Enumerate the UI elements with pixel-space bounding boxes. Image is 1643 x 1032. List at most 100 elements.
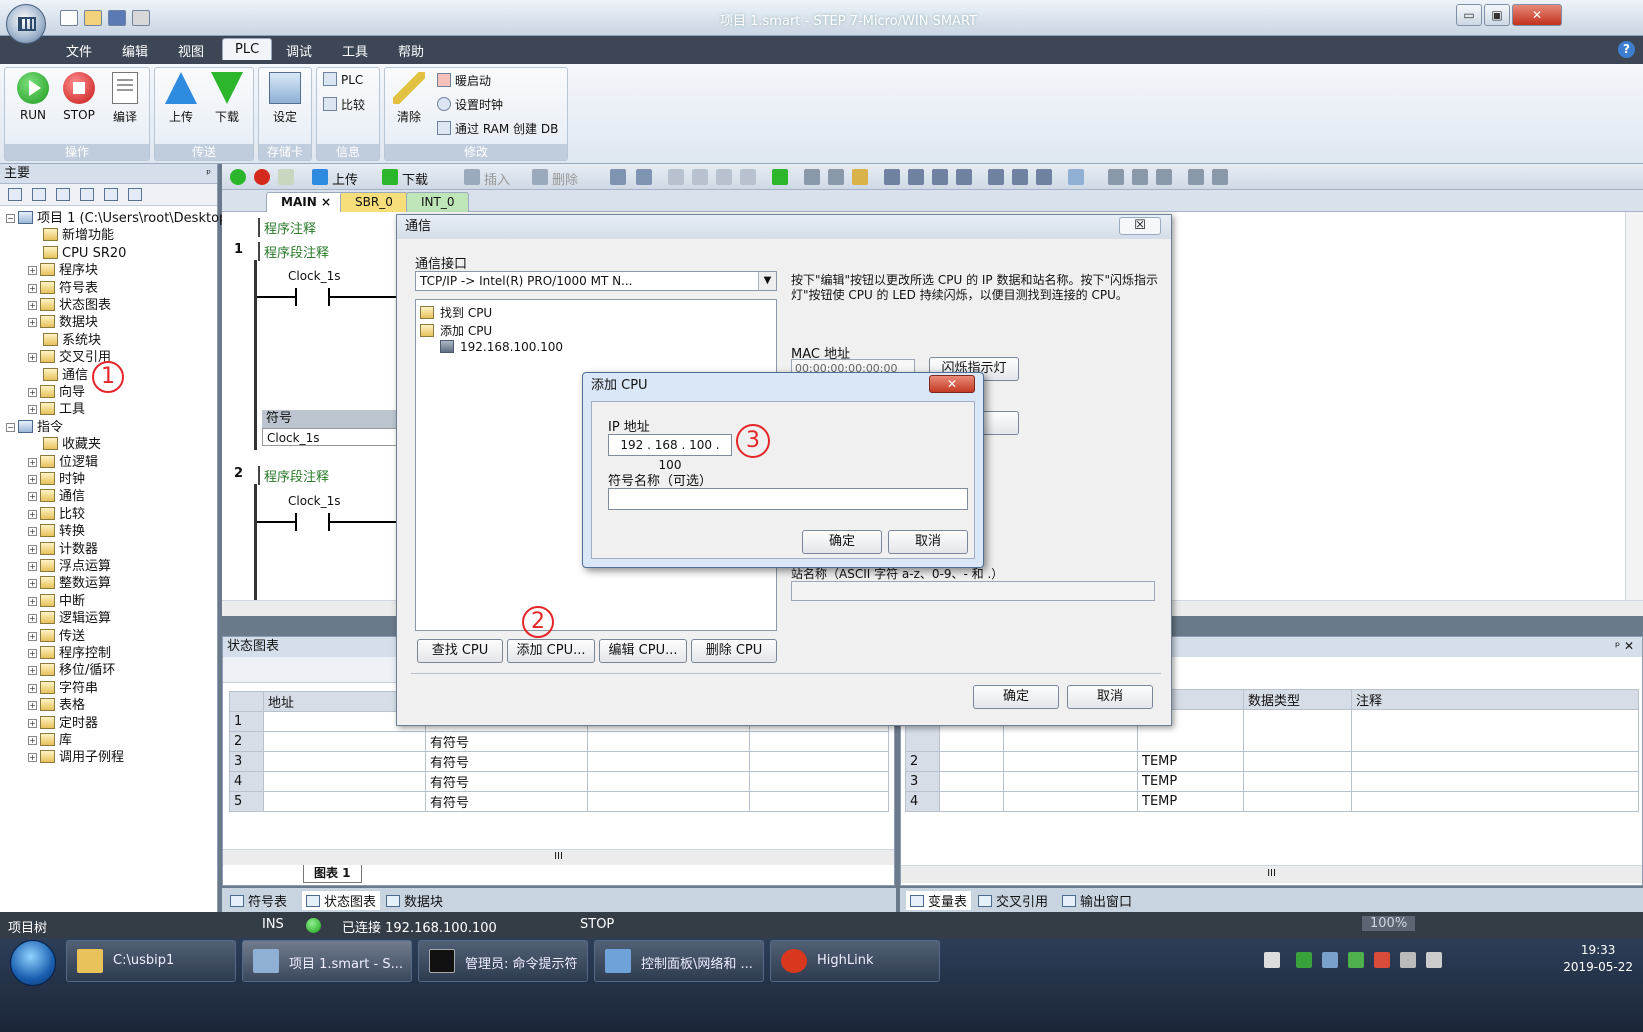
toolbar-icon[interactable] <box>772 169 788 185</box>
tree-item[interactable]: + 位逻辑 <box>28 454 98 471</box>
help-icon[interactable]: ? <box>1618 41 1635 58</box>
tree-item[interactable]: + 时钟 <box>28 471 85 488</box>
start-button[interactable] <box>10 940 56 986</box>
table-cell[interactable] <box>263 751 426 772</box>
expand-icon[interactable]: + <box>28 596 37 606</box>
tree-item[interactable]: + 工具 <box>28 401 85 418</box>
expand-icon[interactable]: + <box>28 388 37 397</box>
save-icon[interactable] <box>108 10 126 26</box>
table-cell[interactable] <box>587 791 750 812</box>
expand-icon[interactable]: + <box>28 701 37 711</box>
tree-item-found-cpu[interactable]: 找到 CPU <box>420 304 492 321</box>
tree-tool-icon[interactable] <box>104 188 118 201</box>
tree-item[interactable]: + 通信 <box>28 488 85 505</box>
menu-view[interactable]: 视图 <box>178 41 204 60</box>
table-cell[interactable]: TEMP <box>1137 751 1244 772</box>
tree-item[interactable]: + 程序控制 <box>28 645 111 662</box>
cancel-button[interactable]: 取消 <box>888 530 968 554</box>
insert-icon[interactable] <box>464 169 480 185</box>
menu-file[interactable]: 文件 <box>66 41 92 60</box>
tree-tool-icon[interactable] <box>128 188 142 201</box>
tree-item[interactable]: + 符号表 <box>28 280 98 297</box>
run-icon[interactable] <box>230 169 246 185</box>
app-menu-button[interactable] <box>6 4 46 44</box>
table-cell[interactable]: 有符号 <box>425 751 588 772</box>
toolbar-icon[interactable] <box>1036 169 1052 185</box>
setup-card-button[interactable]: 设定 <box>263 72 307 125</box>
expand-icon[interactable]: + <box>28 562 37 571</box>
tree-item[interactable]: + 字符串 <box>28 680 98 697</box>
task-explorer[interactable]: C:\usbip1 <box>66 940 236 982</box>
symbolic-name-input[interactable] <box>608 488 968 510</box>
compile-icon[interactable] <box>278 169 294 185</box>
tab-data-block[interactable]: 数据块 <box>386 891 443 910</box>
table-cell[interactable]: 有符号 <box>425 731 588 752</box>
create-db-from-ram-button[interactable]: 通过 RAM 创建 DB <box>437 120 558 137</box>
tree-item[interactable]: + 调用子例程 <box>28 749 124 766</box>
tree-item[interactable]: + 比较 <box>28 506 85 523</box>
table-cell[interactable] <box>1003 751 1138 772</box>
table-cell[interactable] <box>1003 771 1138 792</box>
expand-icon[interactable]: + <box>28 405 37 415</box>
toolbar-icon[interactable] <box>804 169 820 185</box>
table-cell[interactable] <box>1243 771 1352 792</box>
find-cpu-button[interactable]: 查找 CPU <box>417 639 503 663</box>
toolbar-icon[interactable] <box>1156 169 1172 185</box>
toolbar-icon[interactable] <box>908 169 924 185</box>
tab-main[interactable]: MAIN × <box>266 192 346 212</box>
table-cell[interactable] <box>263 771 426 792</box>
table-cell[interactable]: TEMP <box>1137 771 1244 792</box>
restore-button[interactable]: ▣ <box>1484 4 1510 26</box>
toolbar-icon[interactable] <box>692 169 708 185</box>
menu-debug[interactable]: 调试 <box>286 41 312 60</box>
tree-item-cpu-address[interactable]: 192.168.100.100 <box>440 340 563 354</box>
run-button[interactable]: RUN <box>11 72 55 122</box>
download-button[interactable]: 下载 <box>205 72 249 125</box>
task-highlink[interactable]: HighLink <box>770 940 940 982</box>
table-cell[interactable] <box>749 731 889 752</box>
table-row[interactable]: 2 TEMP <box>905 751 1639 772</box>
toolbar-icon[interactable] <box>828 169 844 185</box>
tree-tool-icon[interactable] <box>56 188 70 201</box>
set-clock-button[interactable]: 设置时钟 <box>437 96 503 113</box>
collapse-icon[interactable]: − <box>6 214 15 223</box>
expand-icon[interactable]: + <box>28 318 37 328</box>
panel-controls[interactable]: ᵖ ✕ <box>1615 639 1634 653</box>
expand-icon[interactable]: + <box>28 753 37 763</box>
add-cpu-button[interactable]: 添加 CPU... <box>507 639 595 663</box>
toolbar-icon[interactable] <box>988 169 1004 185</box>
cancel-button[interactable]: 取消 <box>1067 685 1153 709</box>
expand-icon[interactable]: + <box>28 649 37 658</box>
tree-item[interactable]: + 定时器 <box>28 715 98 732</box>
program-comment[interactable]: 程序注释 <box>258 218 316 237</box>
table-cell[interactable] <box>587 751 750 772</box>
expand-icon[interactable]: + <box>28 457 37 467</box>
tab-sbr0[interactable]: SBR_0 <box>340 192 408 212</box>
tab-cross-reference[interactable]: 交叉引用 <box>978 891 1048 910</box>
task-control-panel[interactable]: 控制面板\网络和 ... <box>594 940 764 982</box>
table-cell[interactable] <box>587 771 750 792</box>
table-cell[interactable] <box>263 791 426 812</box>
expand-icon[interactable]: + <box>28 666 37 676</box>
expand-icon[interactable]: + <box>28 614 37 624</box>
toolbar-icon[interactable] <box>1012 169 1028 185</box>
vertical-scrollbar[interactable] <box>1625 212 1643 600</box>
delete-icon[interactable] <box>532 169 548 185</box>
table-cell[interactable] <box>263 731 426 752</box>
table-cell[interactable] <box>749 751 889 772</box>
flag-icon[interactable] <box>1374 952 1390 968</box>
table-cell[interactable] <box>939 791 1004 812</box>
task-cmd[interactable]: 管理员: 命令提示符 <box>418 940 588 982</box>
download-icon[interactable] <box>382 169 398 185</box>
ok-button[interactable]: 确定 <box>973 685 1059 709</box>
tree-tool-icon[interactable] <box>80 188 94 201</box>
expand-icon[interactable]: + <box>28 544 37 554</box>
toolbar-icon[interactable] <box>716 169 732 185</box>
insert-menu[interactable]: 插入 <box>484 169 510 188</box>
table-cell[interactable] <box>1351 751 1639 772</box>
table-row[interactable]: 2 有符号 <box>229 731 889 752</box>
upload-menu[interactable]: 上传 <box>332 169 358 188</box>
tree-item[interactable]: 新增功能 <box>28 227 114 244</box>
tree-item[interactable]: + 逻辑运算 <box>28 610 111 627</box>
toolbar-icon[interactable] <box>740 169 756 185</box>
